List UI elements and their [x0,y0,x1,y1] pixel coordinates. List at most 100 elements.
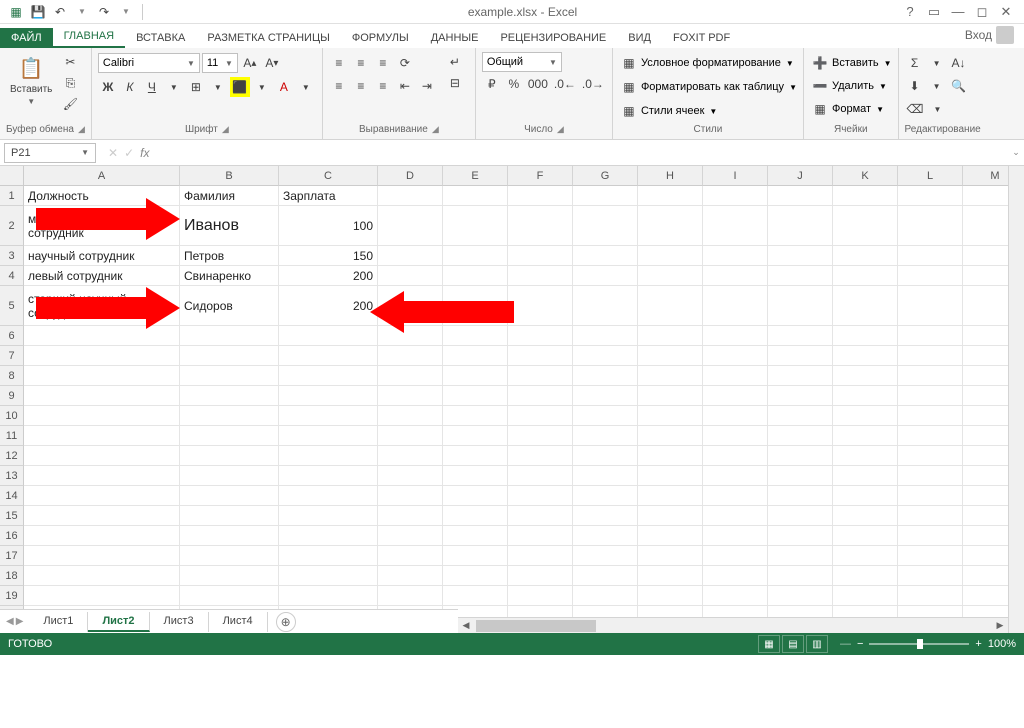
cell-K2[interactable] [833,206,898,246]
orientation-icon[interactable]: ⟳ [395,53,415,73]
row-header-11[interactable]: 11 [0,426,24,446]
cell-L5[interactable] [898,286,963,326]
cell-F11[interactable] [508,426,573,446]
add-sheet-button[interactable]: ⊕ [276,612,296,632]
cell-A14[interactable] [24,486,180,506]
cell-K14[interactable] [833,486,898,506]
col-header-C[interactable]: C [279,166,378,186]
cell-B15[interactable] [180,506,279,526]
row-header-15[interactable]: 15 [0,506,24,526]
cell-E5[interactable] [443,286,508,326]
cell-C16[interactable] [279,526,378,546]
cell-B5[interactable]: Сидоров [180,286,279,326]
login-button[interactable]: Вход [955,22,1024,48]
cell-A19[interactable] [24,586,180,606]
cell-B14[interactable] [180,486,279,506]
cell-H13[interactable] [638,466,703,486]
cell-L18[interactable] [898,566,963,586]
cell-H4[interactable] [638,266,703,286]
cell-D19[interactable] [378,586,443,606]
format-painter-icon[interactable]: 🖌 [60,94,80,114]
cell-G7[interactable] [573,346,638,366]
select-all-corner[interactable] [0,166,24,186]
cell-I10[interactable] [703,406,768,426]
cell-I7[interactable] [703,346,768,366]
underline-button[interactable]: Ч [142,77,162,97]
cell-C3[interactable]: 150 [279,246,378,266]
scroll-thumb[interactable] [476,620,596,632]
cell-F10[interactable] [508,406,573,426]
cell-I18[interactable] [703,566,768,586]
cell-J8[interactable] [768,366,833,386]
cell-G4[interactable] [573,266,638,286]
page-layout-view-icon[interactable]: ▤ [782,635,804,653]
cell-H3[interactable] [638,246,703,266]
fontcolor-dropdown-icon[interactable]: ▼ [296,77,316,97]
cell-I14[interactable] [703,486,768,506]
cell-G17[interactable] [573,546,638,566]
cell-E12[interactable] [443,446,508,466]
undo-dropdown-icon[interactable]: ▼ [74,4,90,20]
cell-E9[interactable] [443,386,508,406]
cell-L8[interactable] [898,366,963,386]
formula-input[interactable] [157,143,1008,163]
cell-D8[interactable] [378,366,443,386]
cell-E4[interactable] [443,266,508,286]
cell-F13[interactable] [508,466,573,486]
page-break-view-icon[interactable]: ▥ [806,635,828,653]
cell-K5[interactable] [833,286,898,326]
currency-icon[interactable]: ₽ [482,74,502,94]
cell-K15[interactable] [833,506,898,526]
cell-K17[interactable] [833,546,898,566]
cell-L16[interactable] [898,526,963,546]
cell-J6[interactable] [768,326,833,346]
cell-G2[interactable] [573,206,638,246]
cell-G14[interactable] [573,486,638,506]
cell-F12[interactable] [508,446,573,466]
cell-F14[interactable] [508,486,573,506]
cell-L3[interactable] [898,246,963,266]
cell-H15[interactable] [638,506,703,526]
cell-L19[interactable] [898,586,963,606]
name-box[interactable]: P21▼ [4,143,96,163]
row-header-12[interactable]: 12 [0,446,24,466]
normal-view-icon[interactable]: ▦ [758,635,780,653]
cell-G8[interactable] [573,366,638,386]
cell-H19[interactable] [638,586,703,606]
cell-I19[interactable] [703,586,768,606]
cell-K3[interactable] [833,246,898,266]
cell-L9[interactable] [898,386,963,406]
format-as-table-button[interactable]: ▦Форматировать как таблицу▼ [619,76,797,98]
cell-L15[interactable] [898,506,963,526]
cell-A8[interactable] [24,366,180,386]
enter-formula-icon[interactable]: ✓ [124,146,134,160]
cell-G9[interactable] [573,386,638,406]
cell-G15[interactable] [573,506,638,526]
row-header-2[interactable]: 2 [0,206,24,246]
cell-B16[interactable] [180,526,279,546]
find-icon[interactable]: 🔍 [949,76,969,96]
cell-C11[interactable] [279,426,378,446]
cell-L17[interactable] [898,546,963,566]
italic-button[interactable]: К [120,77,140,97]
fill-icon[interactable]: ⬇ [905,76,925,96]
redo-icon[interactable]: ↷ [96,4,112,20]
cell-D7[interactable] [378,346,443,366]
cell-I12[interactable] [703,446,768,466]
row-header-18[interactable]: 18 [0,566,24,586]
cell-H2[interactable] [638,206,703,246]
row-header-8[interactable]: 8 [0,366,24,386]
cell-B18[interactable] [180,566,279,586]
merge-icon[interactable]: ⊟ [441,73,469,93]
cell-J14[interactable] [768,486,833,506]
cell-A10[interactable] [24,406,180,426]
cell-E16[interactable] [443,526,508,546]
font-size-combo[interactable]: 11▼ [202,53,238,73]
cell-G1[interactable] [573,186,638,206]
zoom-in-icon[interactable]: + [975,638,981,650]
cell-E18[interactable] [443,566,508,586]
cell-D12[interactable] [378,446,443,466]
cut-icon[interactable]: ✂ [60,52,80,72]
format-cells-button[interactable]: ▦Формат▼ [810,98,892,120]
cell-J15[interactable] [768,506,833,526]
